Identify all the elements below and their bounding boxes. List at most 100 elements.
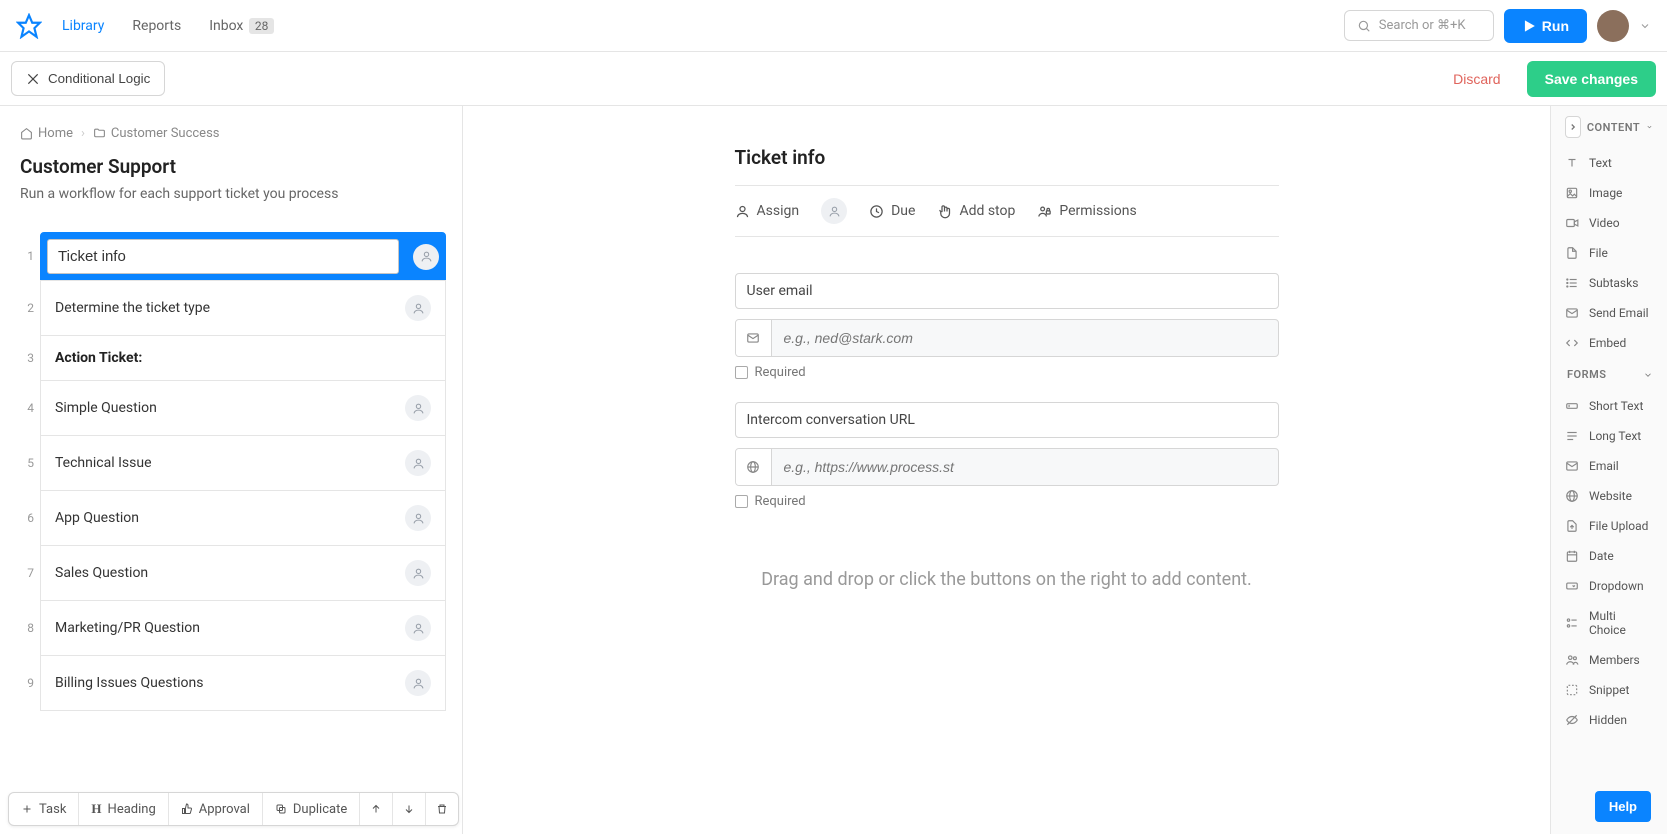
drop-hint: Drag and drop or click the buttons on th… (735, 569, 1279, 590)
panel-item-date[interactable]: Date (1551, 541, 1667, 571)
assignee-chip[interactable] (405, 450, 431, 476)
breadcrumb-folder-label: Customer Success (111, 126, 220, 141)
user-menu-chevron[interactable] (1639, 20, 1651, 32)
task-row: 5Technical Issue (20, 435, 446, 490)
panel-item-file-upload[interactable]: File Upload (1551, 511, 1667, 541)
task-card[interactable]: Determine the ticket type (40, 280, 446, 336)
assignee-chip[interactable] (405, 505, 431, 531)
task-title-input[interactable] (47, 239, 399, 274)
task-label: App Question (55, 510, 139, 526)
conditional-logic-button[interactable]: Conditional Logic (11, 61, 165, 96)
nav-library[interactable]: Library (54, 12, 112, 40)
thumbs-up-icon (181, 803, 193, 815)
breadcrumb-folder[interactable]: Customer Success (93, 126, 220, 141)
panel-item-image[interactable]: Image (1551, 178, 1667, 208)
task-row: 3Action Ticket: (20, 335, 446, 380)
task-label: Technical Issue (55, 455, 152, 471)
assignee-chip[interactable] (405, 615, 431, 641)
assignee-chip[interactable] (413, 244, 439, 270)
discard-button[interactable]: Discard (1437, 61, 1516, 97)
forms-header-label: FORMS (1567, 368, 1606, 381)
search-input[interactable]: Search or ⌘+K (1344, 10, 1494, 41)
assignee-chip[interactable] (405, 560, 431, 586)
field-input[interactable] (772, 449, 1278, 485)
panel-item-hidden[interactable]: Hidden (1551, 705, 1667, 735)
panel-collapse-toggle[interactable] (1565, 116, 1581, 138)
panel-item-short-text[interactable]: Short Text (1551, 391, 1667, 421)
required-label: Required (755, 494, 806, 509)
assign-action[interactable]: Assign (735, 203, 800, 219)
due-label: Due (891, 203, 915, 219)
task-label: Simple Question (55, 400, 157, 416)
add-heading-button[interactable]: H Heading (79, 793, 168, 825)
panel-item-file[interactable]: File (1551, 238, 1667, 268)
nav-inbox[interactable]: Inbox 28 (201, 12, 282, 40)
required-checkbox[interactable] (735, 366, 748, 379)
panel-item-subtasks[interactable]: Subtasks (1551, 268, 1667, 298)
content-section-header[interactable]: CONTENT (1551, 106, 1667, 148)
panel-item-email[interactable]: Email (1551, 451, 1667, 481)
panel-item-video[interactable]: Video (1551, 208, 1667, 238)
task-label: Marketing/PR Question (55, 620, 200, 636)
panel-item-dropdown[interactable]: Dropdown (1551, 571, 1667, 601)
run-button[interactable]: Run (1504, 9, 1587, 43)
move-up-button[interactable] (360, 793, 393, 825)
panel-item-long-text[interactable]: Long Text (1551, 421, 1667, 451)
panel-item-snippet[interactable]: Snippet (1551, 675, 1667, 705)
panel-item-text[interactable]: Text (1551, 148, 1667, 178)
assignee-chip[interactable] (405, 295, 431, 321)
task-row: 8 Marketing/PR Question (20, 600, 446, 655)
field-label[interactable]: User email (735, 273, 1279, 309)
task-card[interactable]: Sales Question (40, 545, 446, 601)
field-label[interactable]: Intercom conversation URL (735, 402, 1279, 438)
task-card[interactable]: Billing Issues Questions (40, 655, 446, 711)
nav-reports[interactable]: Reports (124, 12, 189, 40)
panel-item-members[interactable]: Members (1551, 645, 1667, 675)
due-action[interactable]: Due (869, 203, 915, 219)
add-task-button[interactable]: Task (9, 793, 79, 825)
duplicate-button[interactable]: Duplicate (263, 793, 360, 825)
panel-item-label: Image (1589, 186, 1622, 200)
task-card[interactable]: Marketing/PR Question (40, 600, 446, 656)
logo-icon[interactable] (16, 13, 42, 39)
save-changes-button[interactable]: Save changes (1527, 61, 1656, 97)
breadcrumb-home[interactable]: Home (20, 126, 73, 141)
assignee-chip[interactable] (405, 670, 431, 696)
workflow-title[interactable]: Customer Support (20, 155, 446, 178)
task-card[interactable]: Simple Question (40, 380, 446, 436)
panel-item-label: Website (1589, 489, 1632, 503)
panel-item-send-email[interactable]: Send Email (1551, 298, 1667, 328)
workflow-description[interactable]: Run a workflow for each support ticket y… (20, 186, 446, 202)
required-checkbox[interactable] (735, 495, 748, 508)
task-number: 8 (20, 600, 40, 655)
add-stop-label: Add stop (959, 203, 1015, 219)
task-row: 6App Question (20, 490, 446, 545)
delete-button[interactable] (426, 793, 458, 825)
center-panel: Ticket info Assign Due Add stop (463, 106, 1550, 834)
add-approval-button[interactable]: Approval (169, 793, 263, 825)
task-card[interactable]: Action Ticket: (40, 335, 446, 381)
assignee-chip[interactable] (405, 395, 431, 421)
breadcrumb: Home › Customer Success (20, 126, 446, 141)
user-avatar[interactable] (1597, 10, 1629, 42)
panel-item-multi-choice[interactable]: Multi Choice (1551, 601, 1667, 645)
field-input[interactable] (772, 320, 1278, 356)
conditional-logic-label: Conditional Logic (48, 71, 150, 86)
task-card[interactable]: Technical Issue (40, 435, 446, 491)
forms-section-header[interactable]: FORMS (1551, 358, 1667, 391)
required-row: Required (735, 365, 1279, 380)
play-icon (1522, 19, 1536, 33)
task-card[interactable] (40, 232, 446, 281)
permissions-action[interactable]: Permissions (1037, 203, 1136, 219)
person-icon (828, 205, 841, 218)
panel-item-website[interactable]: Website (1551, 481, 1667, 511)
task-card[interactable]: App Question (40, 490, 446, 546)
top-nav: Library Reports Inbox 28 Search or ⌘+K R… (0, 0, 1667, 52)
assign-chip[interactable] (821, 198, 847, 224)
email-icon (736, 320, 772, 356)
move-down-button[interactable] (393, 793, 426, 825)
add-stop-action[interactable]: Add stop (937, 203, 1015, 219)
panel-item-embed[interactable]: Embed (1551, 328, 1667, 358)
required-row: Required (735, 494, 1279, 509)
help-button[interactable]: Help (1595, 791, 1651, 822)
